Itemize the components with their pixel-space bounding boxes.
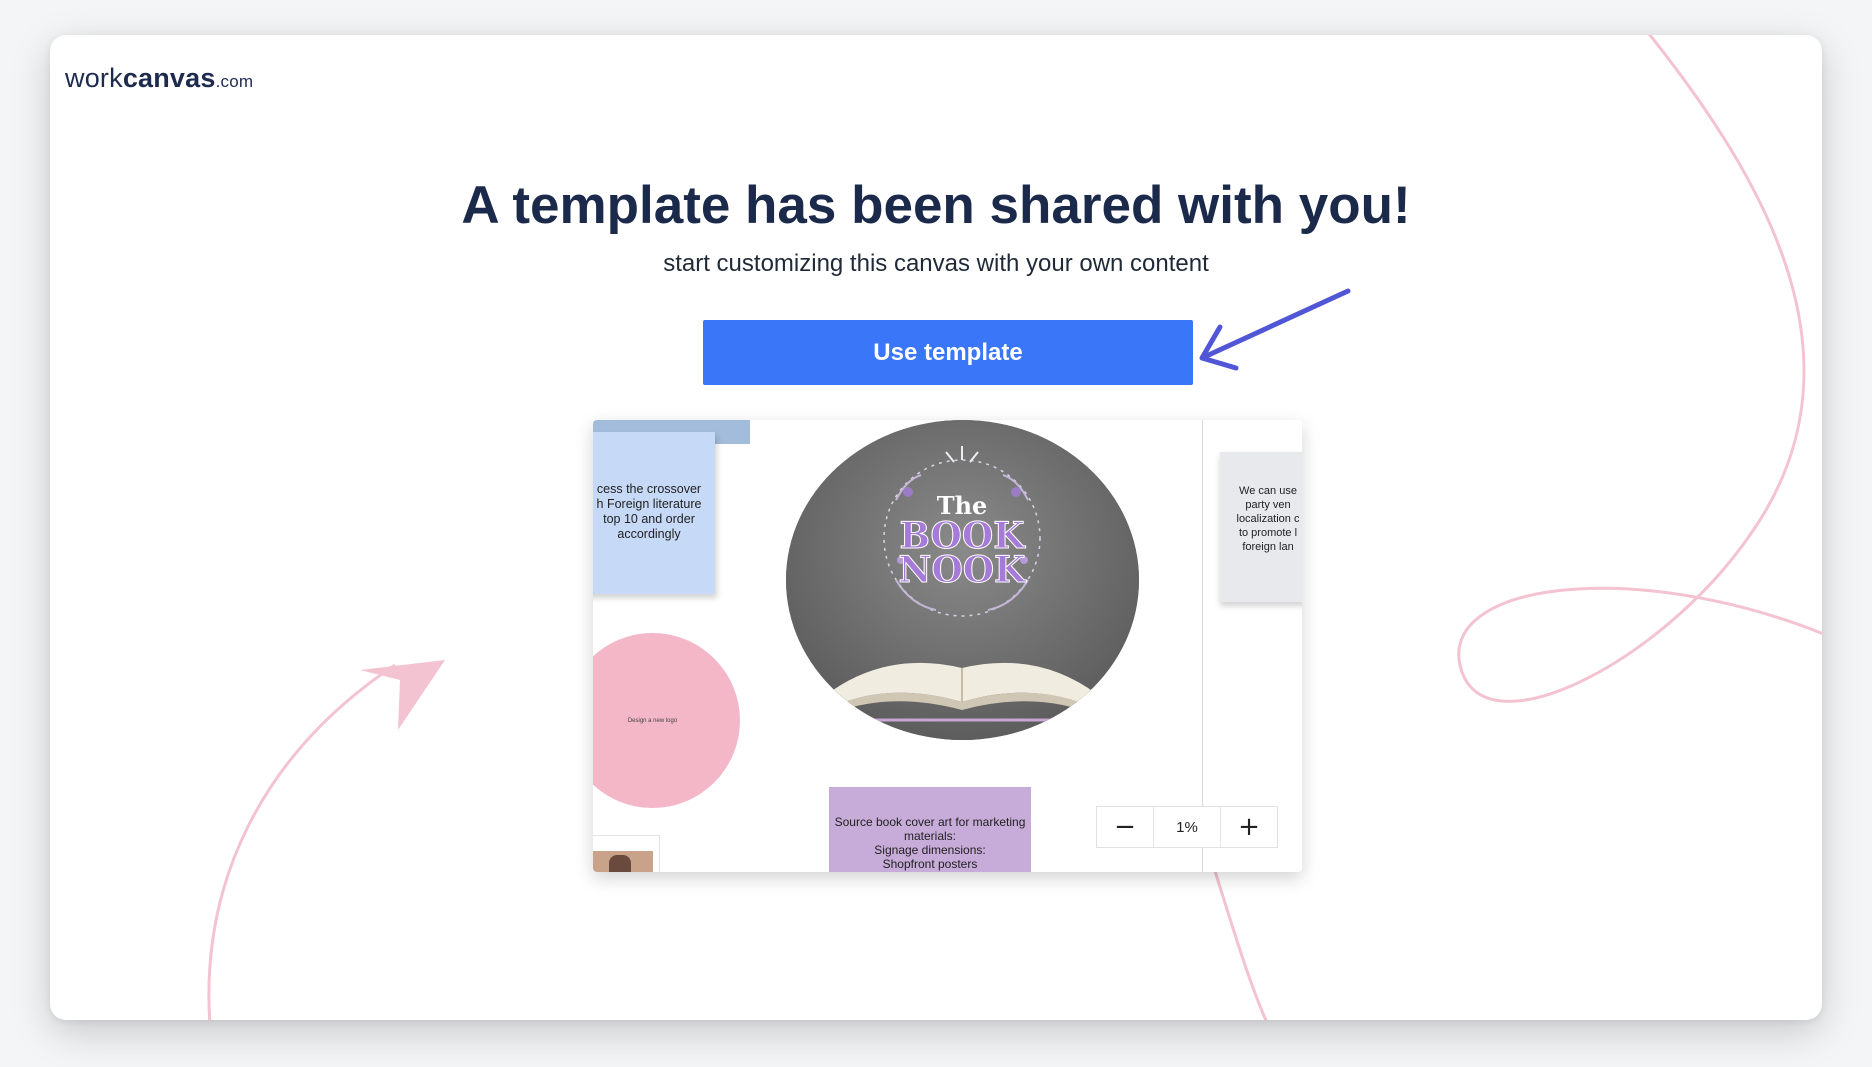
use-template-button[interactable]: Use template: [703, 320, 1193, 385]
book-nook-image: The BOOK NOOK: [786, 420, 1139, 740]
workcanvas-logo[interactable]: workcanvas.com: [65, 63, 253, 94]
sticky-note-grey: We can use party ven localization c to p…: [1220, 452, 1302, 602]
page-subtitle: start customizing this canvas with your …: [663, 250, 1209, 277]
image-thumbnail: [593, 851, 653, 872]
sticky-note-blue: cess the crossover h Foreign literature …: [593, 432, 715, 594]
share-template-window: workcanvas.com A template has been share…: [50, 35, 1822, 1020]
sticky-note-purple: Source book cover art for marketing mate…: [829, 787, 1031, 872]
arrow-pointer-icon: [1199, 288, 1351, 371]
zoom-in-button[interactable]: +: [1221, 807, 1277, 847]
pink-circle-shape: Design a new logo: [593, 633, 740, 808]
svg-text:NOOK: NOOK: [899, 549, 1028, 591]
zoom-out-button[interactable]: −: [1097, 807, 1153, 847]
book-nook-illustration: The BOOK NOOK: [786, 420, 1139, 740]
canvas-divider: [1202, 420, 1203, 872]
pink-arrow-decoration: [207, 663, 396, 1020]
template-preview[interactable]: cess the crossover h Foreign literature …: [593, 420, 1302, 872]
zoom-level: 1%: [1153, 807, 1221, 847]
pink-circle-label: Design a new logo: [627, 717, 678, 724]
page-title: A template has been shared with you!: [461, 176, 1411, 235]
zoom-controls: − 1% +: [1096, 806, 1278, 848]
